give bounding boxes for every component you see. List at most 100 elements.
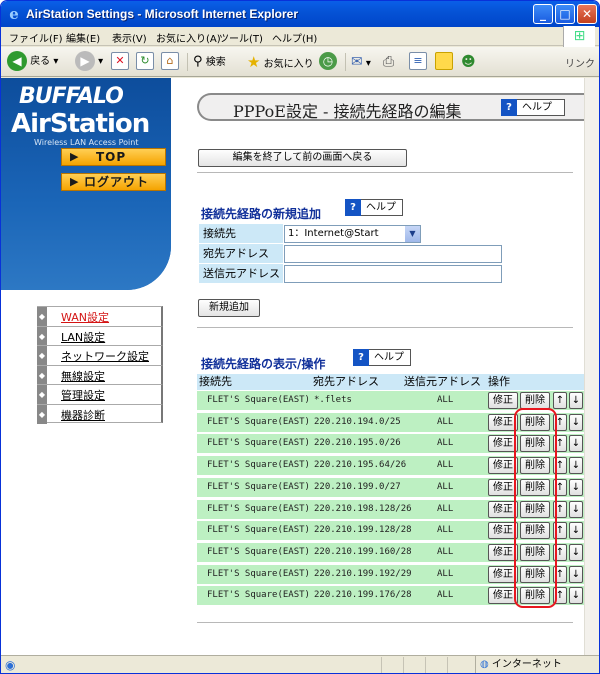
edit-page-icon: ≡ (409, 52, 427, 70)
stop-icon: ✕ (111, 52, 129, 70)
toolbar: ◀ 戻る ▾ ▶ ▾ ✕ ↻ ⌂ ⚲ 検索 ★ お気に入り ◷ ✉ ▾ ⎙ ≡ … (1, 47, 599, 77)
move-down-button[interactable]: ↓ (569, 478, 583, 496)
move-down-button[interactable]: ↓ (569, 587, 583, 605)
row-destination: FLET'S Square(EAST) (207, 525, 310, 536)
home-button[interactable]: ⌂ (161, 51, 179, 73)
discuss-button[interactable] (435, 51, 453, 73)
row-dest-address: *.flets (314, 395, 352, 405)
row-dest-address: 220.210.199.160/28 (314, 546, 412, 557)
move-up-button[interactable]: ↑ (553, 392, 567, 409)
row-dest-address: 220.210.199.0/27 (314, 481, 401, 492)
move-down-button[interactable]: ↓ (569, 565, 583, 583)
menu-bar: ファイル(F) 編集(E) 表示(V) お気に入り(A) ツール(T) ヘルプ(… (1, 26, 599, 47)
move-down-button[interactable]: ↓ (569, 435, 583, 453)
menu-favorites[interactable]: お気に入り(A) (156, 30, 221, 45)
back-to-previous-button[interactable]: 編集を終了して前の画面へ戻る (198, 149, 407, 167)
ie-logo-icon: e (9, 5, 19, 23)
nav-item-diagnostics[interactable]: ◆ 機器診断 (37, 403, 163, 424)
search-button[interactable]: ⚲ 検索 (193, 51, 226, 73)
nav-bullet-icon: ◆ (37, 404, 47, 424)
nav-item-lan[interactable]: ◆ LAN設定 (37, 325, 163, 346)
col-actions: 操作 (488, 375, 510, 388)
maximize-button[interactable]: □ (555, 4, 575, 24)
col-dest-address: 宛先アドレス (313, 375, 379, 388)
page-title: PPPoE設定 - 接続先経路の編集 (233, 102, 462, 121)
add-help-button[interactable]: ? ヘルプ (345, 199, 403, 216)
browser-window: e AirStation Settings - Microsoft Intern… (0, 0, 600, 674)
move-down-button[interactable]: ↓ (569, 543, 583, 561)
logo-subtitle: Wireless LAN Access Point (34, 138, 139, 147)
favorites-button[interactable]: ★ お気に入り (247, 51, 314, 73)
page-help-button[interactable]: ? ヘルプ (501, 99, 565, 116)
menu-view[interactable]: 表示(V) (112, 30, 147, 45)
move-down-button[interactable]: ↓ (569, 392, 583, 409)
back-button[interactable]: ◀ 戻る ▾ (7, 51, 58, 73)
messenger-button[interactable]: ☻ (461, 51, 476, 73)
delete-button[interactable]: 削除 (520, 392, 550, 409)
toolbar-separator (345, 53, 346, 71)
nav-item-wan[interactable]: ◆ WAN設定 (37, 306, 163, 326)
arrow-right-icon: ▶ (70, 175, 79, 188)
close-button[interactable]: ✕ (577, 4, 597, 24)
divider (197, 172, 573, 173)
logout-button[interactable]: ▶ ログアウト (61, 173, 166, 191)
nav-item-admin[interactable]: ◆ 管理設定 (37, 384, 163, 404)
divider (197, 622, 573, 623)
list-help-button[interactable]: ? ヘルプ (353, 349, 411, 366)
destination-select[interactable]: 1：Internet@Start ▼ (284, 225, 421, 243)
refresh-button[interactable]: ↻ (136, 51, 154, 73)
forward-button[interactable]: ▶ ▾ (75, 51, 103, 73)
nav-item-network[interactable]: ◆ ネットワーク設定 (37, 345, 163, 365)
dest-address-label: 宛先アドレス (199, 244, 283, 264)
links-label[interactable]: リンク (565, 55, 595, 70)
menu-tools[interactable]: ツール(T) (219, 30, 263, 45)
print-button[interactable]: ⎙ (383, 51, 394, 73)
row-src-address: ALL (437, 395, 454, 405)
row-src-address: ALL (437, 568, 454, 579)
add-new-button[interactable]: 新規追加 (198, 299, 260, 317)
nav-bullet-icon: ◆ (37, 307, 47, 326)
page-done-icon: ◉ (5, 658, 16, 672)
edit-page-button[interactable]: ≡ (409, 51, 427, 73)
nav-bullet-icon: ◆ (37, 365, 47, 385)
nav-item-wireless[interactable]: ◆ 無線設定 (37, 364, 163, 385)
help-icon: ? (501, 99, 517, 116)
help-icon: ? (345, 199, 361, 216)
left-panel: BUFFALO AirStation Wireless LAN Access P… (1, 78, 171, 655)
windows-logo-icon: ⊞ (563, 26, 595, 47)
nav-bullet-icon: ◆ (37, 385, 47, 404)
row-src-address: ALL (437, 546, 454, 557)
move-down-button[interactable]: ↓ (569, 413, 583, 431)
vertical-scrollbar[interactable] (584, 78, 599, 655)
move-down-button[interactable]: ↓ (569, 500, 583, 518)
row-destination: FLET'S Square(EAST) (207, 590, 310, 601)
mail-button[interactable]: ✉ ▾ (351, 51, 371, 73)
search-icon: ⚲ (193, 54, 203, 69)
home-icon: ⌂ (161, 52, 179, 70)
edit-button[interactable]: 修正 (488, 392, 518, 409)
printer-icon: ⎙ (383, 54, 395, 70)
move-down-button[interactable]: ↓ (569, 522, 583, 540)
top-button[interactable]: ▶ TOP (61, 148, 166, 166)
minimize-button[interactable]: _ (533, 4, 553, 24)
menu-edit[interactable]: 編集(E) (66, 30, 100, 45)
add-section-title: 接続先経路の新規追加 (201, 207, 322, 221)
row-src-address: ALL (437, 416, 454, 427)
src-address-input[interactable] (284, 265, 502, 283)
nav-bullet-icon: ◆ (37, 346, 47, 365)
globe-icon: ◍ (480, 659, 489, 670)
messenger-icon: ☻ (461, 54, 476, 70)
menu-help[interactable]: ヘルプ(H) (272, 30, 317, 45)
help-icon: ? (353, 349, 369, 366)
menu-file[interactable]: ファイル(F) (9, 30, 63, 45)
title-bar: e AirStation Settings - Microsoft Intern… (1, 1, 599, 27)
row-dest-address: 220.210.195.64/26 (314, 460, 407, 471)
stop-button[interactable]: ✕ (111, 51, 129, 73)
history-button[interactable]: ◷ (319, 51, 337, 73)
destination-label: 接続先 (199, 224, 283, 244)
dest-address-input[interactable] (284, 245, 502, 263)
move-down-button[interactable]: ↓ (569, 457, 583, 475)
row-dest-address: 220.210.199.128/28 (314, 525, 412, 536)
row-dest-address: 220.210.195.0/26 (314, 438, 401, 449)
chevron-down-icon: ▼ (405, 226, 420, 242)
